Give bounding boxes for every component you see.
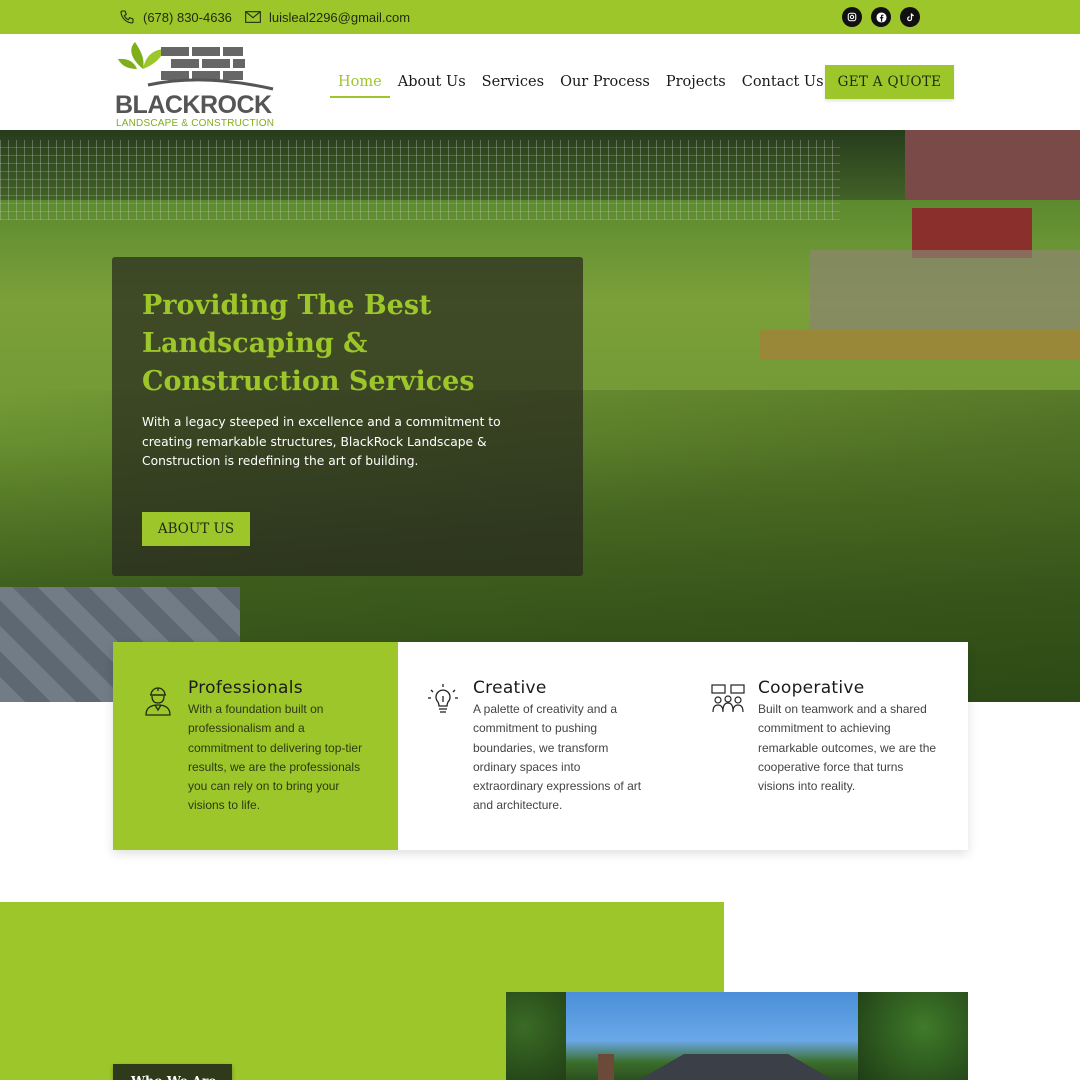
worker-icon <box>145 687 171 716</box>
logo-tagline: LANDSCAPE & CONSTRUCTION <box>116 118 275 129</box>
facebook-icon[interactable] <box>871 7 891 27</box>
hero-section: Providing The Best Landscaping & Constru… <box>0 130 1080 702</box>
feature-text-professionals: With a foundation built on professionali… <box>188 702 363 813</box>
email-address: luisleal2296@gmail.com <box>269 9 411 25</box>
features-section: Professionals With a foundation built on… <box>113 642 968 850</box>
feature-creative: Creative A palette of creativity and a c… <box>398 642 683 850</box>
hero-background-shed <box>905 130 1080 200</box>
brick-wall-logo-icon <box>118 42 274 91</box>
hero-card: Providing The Best Landscaping & Constru… <box>112 257 583 576</box>
nav-item-contact-us[interactable]: Contact Us <box>734 64 832 100</box>
envelope-icon <box>245 11 261 23</box>
hero-background-fence <box>0 140 840 220</box>
nav-item-about-us[interactable]: About Us <box>390 64 474 100</box>
feature-text-cooperative: Built on teamwork and a shared commitmen… <box>758 702 937 794</box>
about-us-button[interactable]: ABOUT US <box>142 512 250 546</box>
logo-wordmark: BLACKROCK <box>115 91 272 119</box>
hero-description: With a legacy steeped in excellence and … <box>142 415 501 468</box>
top-contact-bar: (678) 830-4636 luisleal2296@gmail.com <box>0 0 1080 34</box>
phone-contact[interactable]: (678) 830-4636 <box>119 0 232 34</box>
feature-title-creative: Creative <box>473 678 547 698</box>
who-we-are-photo <box>506 992 968 1080</box>
photo-tree-right <box>858 992 968 1080</box>
site-header: BLACKROCK LANDSCAPE & CONSTRUCTION Home … <box>0 34 1080 130</box>
hero-title: Providing The Best Landscaping & Constru… <box>142 290 475 397</box>
nav-item-our-process[interactable]: Our Process <box>552 64 658 100</box>
feature-title-professionals: Professionals <box>188 678 303 698</box>
email-contact[interactable]: luisleal2296@gmail.com <box>245 0 410 34</box>
hero-background-patio <box>810 250 1080 330</box>
phone-icon <box>120 10 134 24</box>
feature-professionals: Professionals With a foundation built on… <box>113 642 398 850</box>
social-links <box>842 7 920 27</box>
photo-chimney <box>598 1054 614 1080</box>
lightbulb-icon <box>428 684 458 713</box>
feature-text-creative: A palette of creativity and a commitment… <box>473 702 642 813</box>
team-icon <box>711 684 745 713</box>
feature-cooperative: Cooperative Built on teamwork and a shar… <box>683 642 968 850</box>
nav-item-services[interactable]: Services <box>474 64 552 100</box>
site-logo[interactable]: BLACKROCK LANDSCAPE & CONSTRUCTION <box>113 39 283 129</box>
instagram-icon[interactable] <box>842 7 862 27</box>
phone-number: (678) 830-4636 <box>143 9 232 25</box>
feature-title-cooperative: Cooperative <box>758 678 865 698</box>
photo-house-roof <box>632 1054 840 1080</box>
nav-item-home[interactable]: Home <box>330 64 390 100</box>
tiktok-icon[interactable] <box>900 7 920 27</box>
main-nav: Home About Us Services Our Process Proje… <box>330 34 832 130</box>
get-a-quote-button[interactable]: GET A QUOTE <box>825 65 954 99</box>
hero-background-dirt <box>760 330 1080 360</box>
nav-item-projects[interactable]: Projects <box>658 64 734 100</box>
who-we-are-label: Who We Are <box>113 1064 232 1080</box>
photo-tree-left <box>506 992 566 1080</box>
